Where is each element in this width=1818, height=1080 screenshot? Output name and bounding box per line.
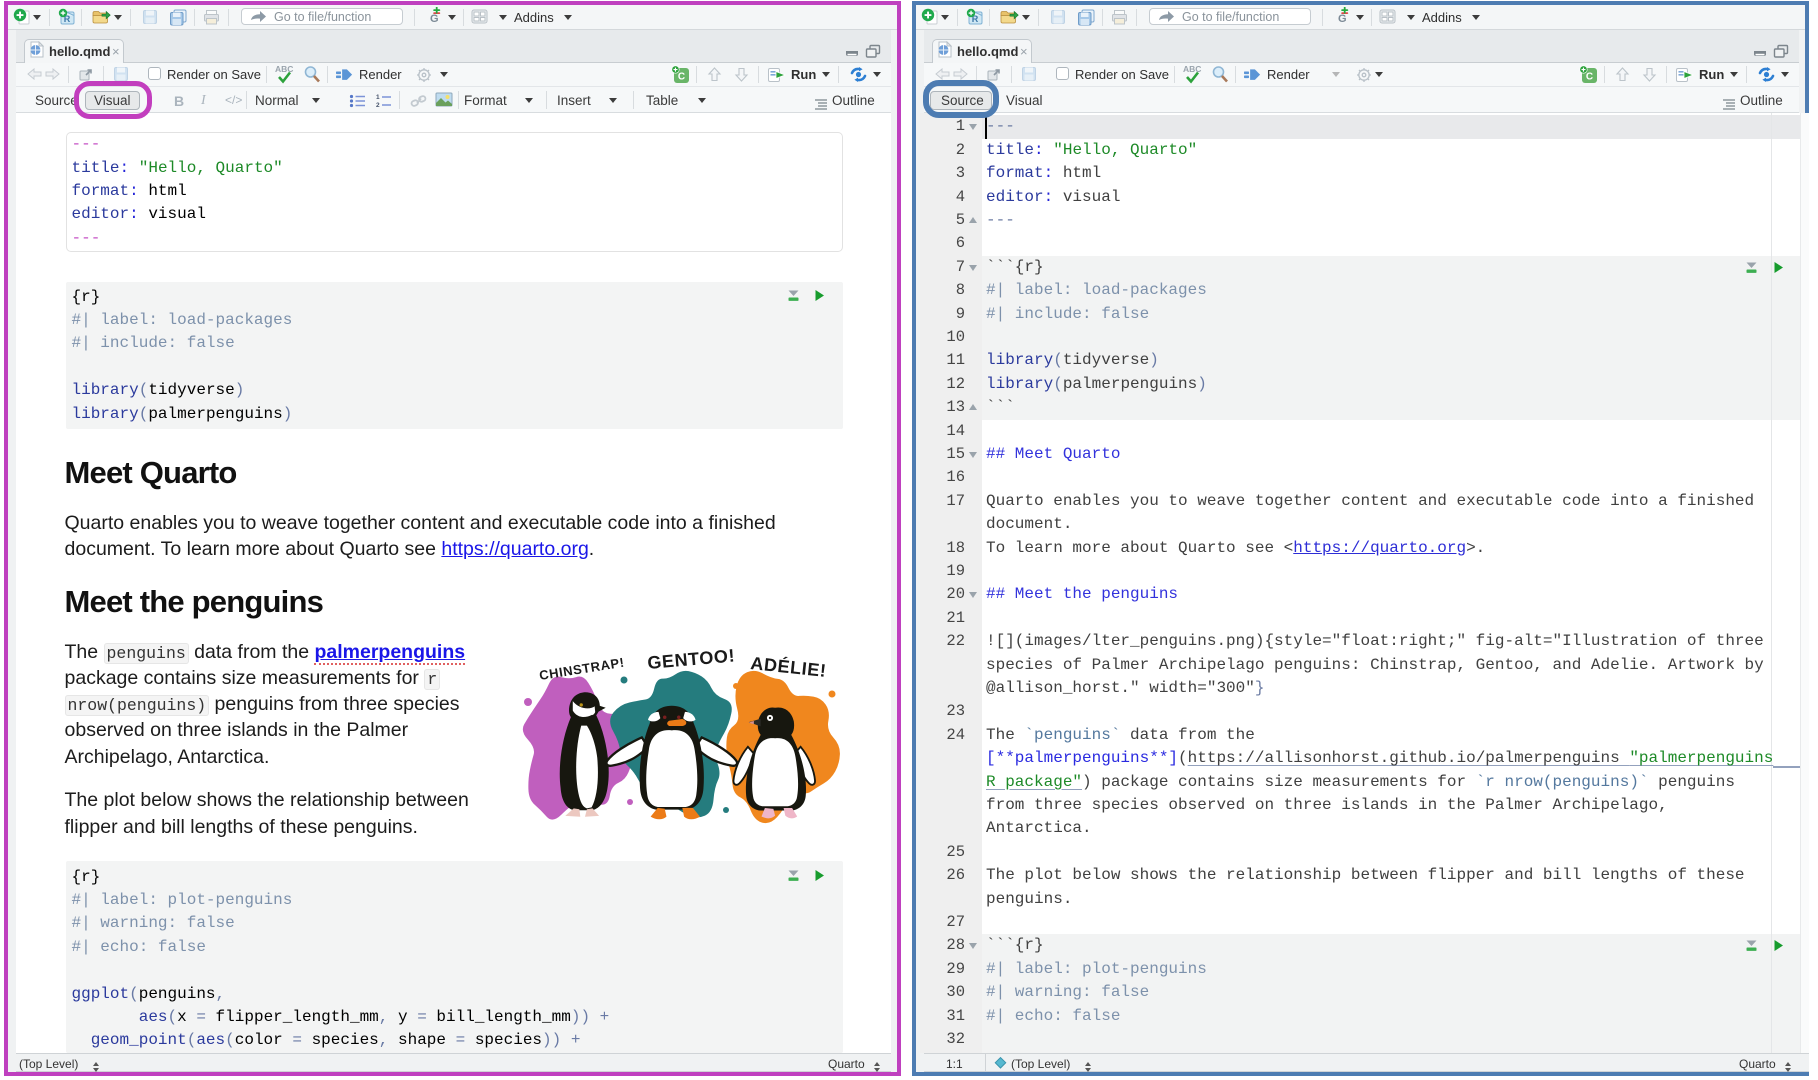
svg-text:2: 2 [376,102,380,108]
svg-text:ABC: ABC [275,64,293,74]
svg-text:C: C [678,72,685,83]
svg-text:C: C [1586,72,1593,83]
svg-text:1: 1 [376,94,380,101]
svg-text:G: G [430,13,439,25]
svg-text:G: G [1338,13,1347,25]
svg-text:GENTOO!: GENTOO! [647,645,736,673]
svg-text:ABC: ABC [1183,64,1201,74]
